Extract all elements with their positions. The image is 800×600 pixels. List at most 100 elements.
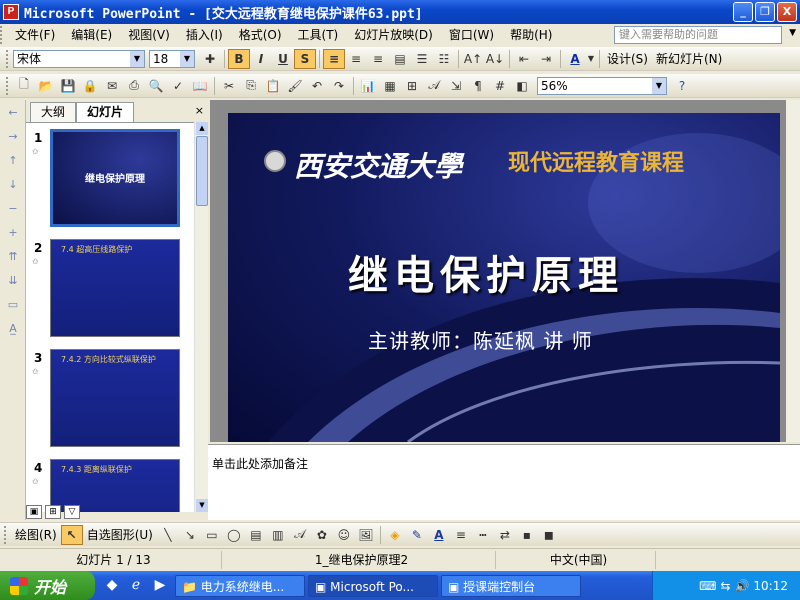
menu-window[interactable]: 窗口(W) xyxy=(441,25,502,45)
numbering-icon[interactable]: ☰ xyxy=(411,49,433,69)
scroll-up-icon[interactable]: ▲ xyxy=(196,122,208,135)
shadow-style-icon[interactable]: ▪ xyxy=(516,525,538,545)
undo-icon[interactable]: ↶ xyxy=(306,76,328,96)
clock[interactable]: 10:12 xyxy=(753,579,788,593)
increase-font-icon[interactable]: A↑ xyxy=(462,49,484,69)
insert-picture-icon[interactable]: 🖼 xyxy=(355,525,377,545)
keyboard-icon[interactable]: ⌨ xyxy=(699,579,716,593)
wordart-icon[interactable]: 𝒜 xyxy=(289,525,311,545)
research-icon[interactable]: 📖 xyxy=(189,76,211,96)
autoshapes-button[interactable]: 自选图形(U) xyxy=(83,526,157,543)
slideshow-icon[interactable]: ▽ xyxy=(64,505,80,519)
3d-style-icon[interactable]: ◼ xyxy=(538,525,560,545)
zoom-select[interactable]: 56% ▼ xyxy=(537,76,667,95)
slide-thumbnail-3[interactable]: 3 ✩ 7.4.2 方向比较式纵联保护 xyxy=(26,349,196,449)
print-icon[interactable]: ⎙ xyxy=(123,76,145,96)
new-document-icon[interactable]: 🗋 xyxy=(13,76,35,96)
arrow-style-icon[interactable]: ⇄ xyxy=(494,525,516,545)
open-folder-icon[interactable]: 📂 xyxy=(35,76,57,96)
justify-icon[interactable]: ▤ xyxy=(389,49,411,69)
draw-menu-button[interactable]: 绘图(R) xyxy=(11,526,61,543)
scrollbar-thumb[interactable] xyxy=(196,136,208,206)
show-formatting-icon[interactable]: A̲ xyxy=(4,322,22,340)
textbox-icon[interactable]: ▤ xyxy=(245,525,267,545)
show-formatting-icon[interactable]: ¶ xyxy=(467,76,489,96)
select-objects-icon[interactable]: ↖ xyxy=(60,524,83,545)
slide-title[interactable]: 继电保护原理 xyxy=(348,243,624,301)
start-button[interactable]: 开始 xyxy=(0,571,95,600)
slide-sorter-icon[interactable]: ⊞ xyxy=(45,505,61,519)
toolbar-grip[interactable] xyxy=(6,76,9,95)
align-right-icon[interactable]: ≡ xyxy=(367,49,389,69)
increase-indent-icon[interactable]: ⇥ xyxy=(535,49,557,69)
dash-style-icon[interactable]: ┅ xyxy=(472,525,494,545)
fill-color-icon[interactable]: ◈ xyxy=(384,525,406,545)
menu-file[interactable]: 文件(F) xyxy=(7,25,63,45)
chevron-down-icon[interactable]: ▼ xyxy=(586,49,596,69)
maximize-button[interactable]: ❐ xyxy=(755,2,775,22)
italic-button[interactable]: I xyxy=(250,49,272,69)
font-size-select[interactable]: 18 ▼ xyxy=(149,49,195,68)
design-template-name[interactable]: 1_继电保护原理2 xyxy=(222,550,496,569)
shield-icon[interactable]: ◆ xyxy=(103,577,121,595)
taskbar-item-console[interactable]: ▣ 授课端控制台 xyxy=(441,574,581,597)
collapse-icon[interactable]: − xyxy=(4,202,22,220)
spelling-icon[interactable]: ✓ xyxy=(167,76,189,96)
menu-insert[interactable]: 插入(I) xyxy=(178,25,231,45)
print-preview-icon[interactable]: 🔍 xyxy=(145,76,167,96)
format-painter-icon[interactable]: 🖌 xyxy=(284,76,306,96)
chevron-down-icon[interactable]: ▼ xyxy=(789,28,796,38)
menubar-grip[interactable] xyxy=(0,26,3,44)
thumbnail-scrollbar[interactable]: ▲ ▼ xyxy=(194,122,208,512)
align-left-icon[interactable]: ≡ xyxy=(323,48,345,69)
font-name-select[interactable]: 宋体 ▼ xyxy=(13,49,145,68)
bullets-icon[interactable]: ☷ xyxy=(433,49,455,69)
window-titlebar[interactable]: P Microsoft PowerPoint - [交大远程教育继电保护课件63… xyxy=(0,0,800,24)
expand-all-icon[interactable]: ⇊ xyxy=(4,274,22,292)
shadow-button[interactable]: S xyxy=(294,48,316,69)
notes-pane[interactable]: 单击此处添加备注 xyxy=(208,444,800,520)
copy-icon[interactable]: ⎘ xyxy=(240,76,262,96)
move-up-icon[interactable]: ↑ xyxy=(4,154,22,172)
redo-icon[interactable]: ↷ xyxy=(328,76,350,96)
insert-wordart-icon[interactable]: 𝒜 xyxy=(423,76,445,96)
network-icon[interactable]: ⇆ xyxy=(720,579,730,593)
slide-thumbnail-1[interactable]: 1 ✩ 继电保护原理 xyxy=(26,129,196,229)
clipart-icon[interactable]: ☺ xyxy=(333,525,355,545)
insert-chart-icon[interactable]: 📊 xyxy=(357,76,379,96)
taskbar-item-powerpoint[interactable]: ▣ Microsoft Po... xyxy=(308,574,438,597)
menu-format[interactable]: 格式(O) xyxy=(231,25,290,45)
decrease-indent-icon[interactable]: ⇤ xyxy=(513,49,535,69)
vertical-textbox-icon[interactable]: ▥ xyxy=(267,525,289,545)
font-color-icon[interactable]: A xyxy=(564,49,586,69)
slide-editing-area[interactable]: 西安交通大學 现代远程教育课程 继电保护原理 主讲教师：陈延枫 讲 师 xyxy=(210,100,800,442)
align-center-icon[interactable]: ≡ xyxy=(345,49,367,69)
help-search-input[interactable]: 键入需要帮助的问题 xyxy=(614,26,782,44)
font-color-icon[interactable]: A xyxy=(428,525,450,545)
tab-outline[interactable]: 大纲 xyxy=(30,102,77,122)
scroll-down-icon[interactable]: ▼ xyxy=(196,499,208,512)
collapse-all-icon[interactable]: ⇈ xyxy=(4,250,22,268)
media-player-icon[interactable]: ▶ xyxy=(151,577,169,595)
menu-help[interactable]: 帮助(H) xyxy=(502,25,560,45)
teacher-name[interactable]: 主讲教师：陈延枫 讲 师 xyxy=(368,325,593,354)
decrease-font-icon[interactable]: A↓ xyxy=(484,49,506,69)
design-button[interactable]: 设计(S) xyxy=(603,50,652,67)
demote-icon[interactable]: → xyxy=(4,130,22,148)
save-icon[interactable]: 💾 xyxy=(57,76,79,96)
toolbar-grip[interactable] xyxy=(4,525,7,544)
color-grayscale-icon[interactable]: ◧ xyxy=(511,76,533,96)
expand-icon[interactable]: + xyxy=(4,226,22,244)
close-pane-icon[interactable]: × xyxy=(195,104,204,117)
bold-button[interactable]: B xyxy=(228,48,250,69)
expand-all-icon[interactable]: ⇲ xyxy=(445,76,467,96)
diagram-icon[interactable]: ✿ xyxy=(311,525,333,545)
arrow-icon[interactable]: ↘ xyxy=(179,525,201,545)
slide-thumbnail-2[interactable]: 2 ✩ 7.4 超高压线路保护 xyxy=(26,239,196,339)
close-button[interactable]: X xyxy=(777,2,797,22)
oval-icon[interactable]: ◯ xyxy=(223,525,245,545)
tab-slides[interactable]: 幻灯片 xyxy=(76,102,135,122)
move-down-icon[interactable]: ↓ xyxy=(4,178,22,196)
menu-slideshow[interactable]: 幻灯片放映(D) xyxy=(346,25,441,45)
cut-icon[interactable]: ✂ xyxy=(218,76,240,96)
